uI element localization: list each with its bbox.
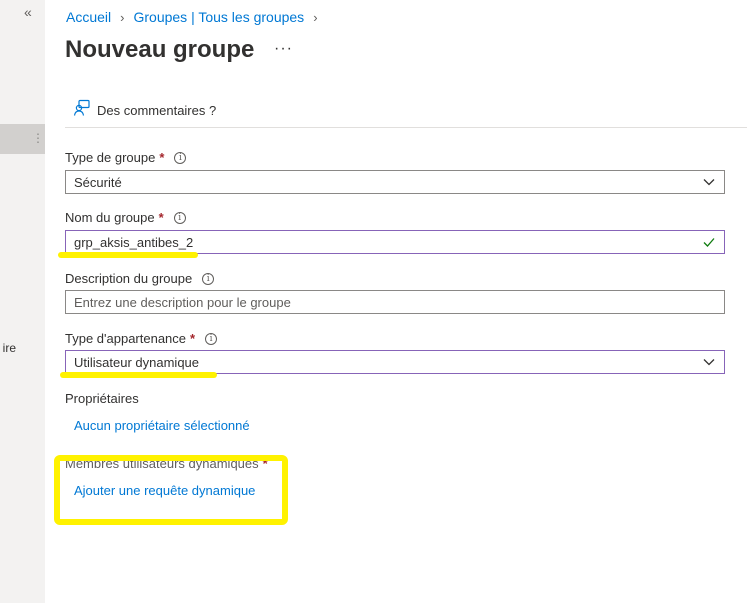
info-icon[interactable]: i — [202, 272, 215, 285]
group-name-input[interactable]: grp_aksis_antibes_2 — [65, 230, 725, 254]
group-name-label: Nom du groupe * i — [65, 210, 186, 225]
sidebar-item-label[interactable]: ire — [0, 341, 16, 355]
feedback-label: Des commentaires ? — [97, 103, 217, 118]
membership-type-label: Type d'appartenance * i — [65, 331, 218, 346]
group-type-label: Type de groupe * i — [65, 150, 187, 165]
required-marker: * — [158, 210, 164, 225]
required-marker: * — [190, 331, 196, 346]
breadcrumb-all-groups[interactable]: Groupes | Tous les groupes — [133, 9, 304, 25]
more-options-button[interactable]: ··· — [274, 40, 293, 58]
membership-type-label-text: Type d'appartenance — [65, 331, 187, 346]
chevron-down-icon — [702, 355, 716, 369]
membership-type-dropdown[interactable]: Utilisateur dynamique — [65, 350, 725, 374]
description-input[interactable]: Entrez une description pour le groupe — [65, 290, 725, 314]
breadcrumb-home[interactable]: Accueil — [66, 9, 111, 25]
feedback-button[interactable]: Des commentaires ? — [73, 99, 216, 122]
description-label-text: Description du groupe — [65, 271, 193, 286]
annotation-underline — [58, 252, 198, 258]
page-title: Nouveau groupe — [65, 36, 255, 63]
owners-label: Propriétaires — [65, 391, 139, 406]
chevron-right-icon: › — [313, 9, 318, 25]
description-label: Description du groupe i — [65, 271, 215, 286]
description-placeholder: Entrez une description pour le groupe — [74, 294, 291, 310]
collapse-sidebar-button[interactable]: « — [24, 4, 32, 20]
group-type-label-text: Type de groupe — [65, 150, 156, 165]
group-type-dropdown[interactable]: Sécurité — [65, 170, 725, 194]
owners-label-text: Propriétaires — [65, 391, 139, 406]
annotation-highlight-box — [54, 455, 288, 525]
group-type-value: Sécurité — [74, 174, 122, 190]
left-sidebar: « ⋮ ire — [0, 0, 45, 603]
info-icon[interactable]: i — [205, 332, 218, 345]
checkmark-icon — [702, 235, 716, 249]
info-icon[interactable]: i — [174, 151, 187, 164]
group-name-value: grp_aksis_antibes_2 — [74, 234, 194, 250]
feedback-person-icon — [73, 99, 91, 122]
no-owner-selected-link[interactable]: Aucun propriétaire sélectionné — [74, 418, 250, 433]
chevron-down-icon — [702, 175, 716, 189]
sidebar-grip-icon: ⋮ — [32, 131, 44, 145]
membership-type-value: Utilisateur dynamique — [74, 354, 200, 370]
divider — [65, 127, 747, 128]
breadcrumb: Accueil › Groupes | Tous les groupes › — [66, 9, 327, 25]
group-name-label-text: Nom du groupe — [65, 210, 155, 225]
chevron-right-icon: › — [120, 9, 125, 25]
annotation-underline — [60, 372, 217, 378]
info-icon[interactable]: i — [173, 211, 186, 224]
required-marker: * — [159, 150, 165, 165]
